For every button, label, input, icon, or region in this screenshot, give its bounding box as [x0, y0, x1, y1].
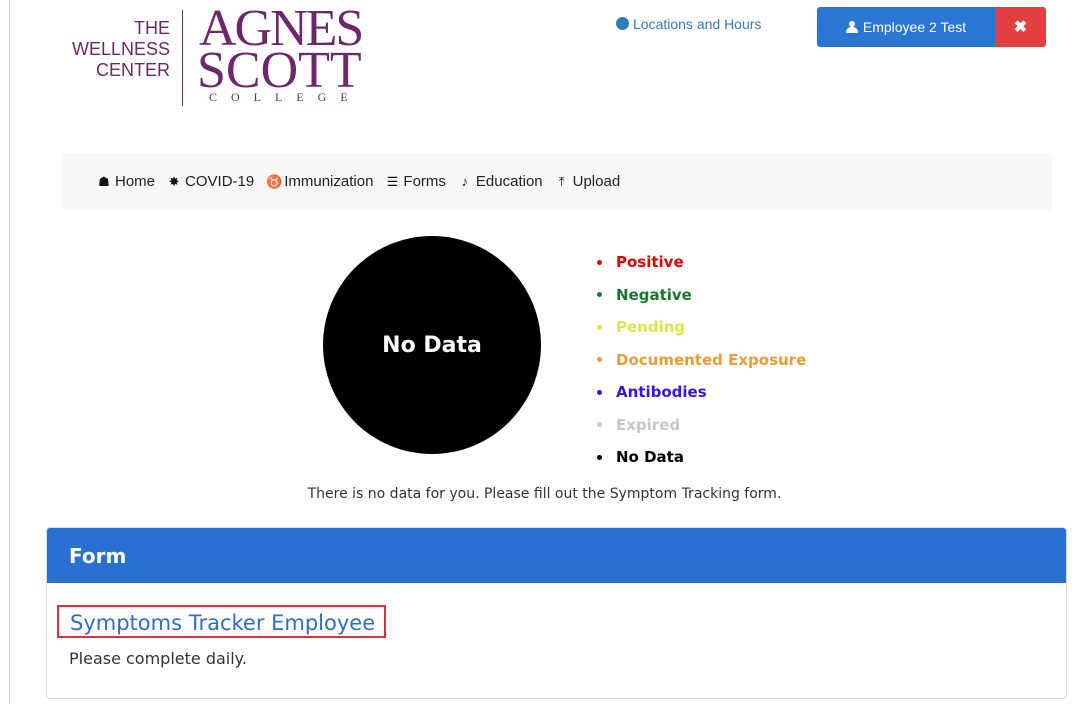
legend-label: Antibodies: [616, 383, 707, 401]
upload-icon: ⤒: [558, 173, 565, 189]
form-description: Please complete daily.: [69, 649, 247, 668]
legend-dot: [597, 454, 602, 460]
legend-item-no-data: No Data: [597, 441, 806, 474]
locations-link-label: Locations and Hours: [633, 16, 762, 32]
user-button-label: Employee 2 Test: [862, 19, 967, 35]
legend-label: Pending: [616, 318, 686, 336]
page-left-border: [9, 0, 10, 704]
virus-icon: ✸: [168, 173, 180, 189]
legend-item-antibodies: Antibodies: [597, 376, 806, 409]
nav-label-covid19: COVID-19: [185, 173, 255, 190]
legend-label: Expired: [616, 415, 681, 434]
legend-label: Positive: [616, 253, 684, 271]
main-navbar: ☗ Home ✸ COVID-19 ♉ Immunization ☰ Forms…: [62, 153, 1052, 210]
symptoms-tracker-link[interactable]: Symptoms Tracker Employee: [57, 605, 387, 638]
logo-line-center: CENTER: [95, 60, 170, 80]
nav-item-covid19[interactable]: ✸ COVID-19: [167, 173, 255, 190]
close-button[interactable]: ✖: [995, 7, 1046, 47]
form-panel-title: Form: [47, 528, 1066, 583]
locations-and-hours-link[interactable]: Locations and Hours: [616, 16, 761, 32]
list-icon: ☰: [386, 173, 399, 189]
nav-label-education: Education: [475, 173, 543, 190]
nav-label-upload: Upload: [572, 173, 621, 190]
nav-label-forms: Forms: [403, 173, 446, 190]
globe-icon: [616, 17, 629, 30]
logo-divider: [182, 10, 183, 106]
stethoscope-icon: ♉: [266, 173, 283, 189]
home-icon: ☗: [98, 173, 110, 189]
legend-item-pending: Pending: [597, 311, 806, 344]
logo-line-the: THE: [134, 18, 170, 38]
status-circle-label: No Data: [382, 332, 482, 358]
legend-dot: [597, 357, 602, 363]
logo-line-wellness: WELLNESS: [71, 39, 170, 59]
legend-label: No Data: [616, 448, 684, 466]
logo-scott: SCOTT: [197, 42, 362, 99]
form-panel: Form Symptoms Tracker Employee Please co…: [46, 527, 1067, 699]
legend-dot: [597, 324, 602, 330]
legend-dot: [597, 259, 602, 265]
user-icon: [845, 21, 858, 33]
nav-item-immunization[interactable]: ♉ Immunization: [266, 173, 373, 190]
legend-item-negative: Negative: [597, 279, 806, 312]
bell-icon: ♪: [461, 174, 469, 189]
legend-dot: [597, 389, 602, 395]
wellness-center-logo[interactable]: THE WELLNESS CENTER AGNES SCOTT COLLEGE: [62, 3, 382, 108]
logo-left-text: THE WELLNESS CENTER: [62, 18, 170, 81]
nav-item-upload[interactable]: ⤒ Upload: [555, 173, 621, 190]
user-menu-button[interactable]: Employee 2 Test: [817, 7, 995, 47]
legend-label: Negative: [616, 285, 692, 304]
legend-item-expired: Expired: [597, 409, 806, 442]
legend-item-documented-exposure: Documented Exposure: [597, 344, 806, 377]
legend-label: Documented Exposure: [616, 350, 807, 369]
status-legend: Positive Negative Pending Documented Exp…: [597, 246, 806, 474]
legend-dot: [597, 422, 602, 428]
nav-item-forms[interactable]: ☰ Forms: [385, 173, 446, 190]
legend-dot: [597, 292, 602, 298]
logo-college: COLLEGE: [209, 90, 362, 104]
legend-item-positive: Positive: [597, 246, 806, 279]
nav-label-home: Home: [115, 173, 156, 190]
nav-label-immunization: Immunization: [284, 173, 374, 190]
status-circle: No Data: [323, 236, 541, 454]
nav-list: ☗ Home ✸ COVID-19 ♉ Immunization ☰ Forms…: [97, 153, 620, 210]
no-data-message: There is no data for you. Please fill ou…: [307, 486, 782, 502]
nav-item-education[interactable]: ♪ Education: [458, 173, 543, 190]
nav-item-home[interactable]: ☗ Home: [97, 173, 155, 190]
